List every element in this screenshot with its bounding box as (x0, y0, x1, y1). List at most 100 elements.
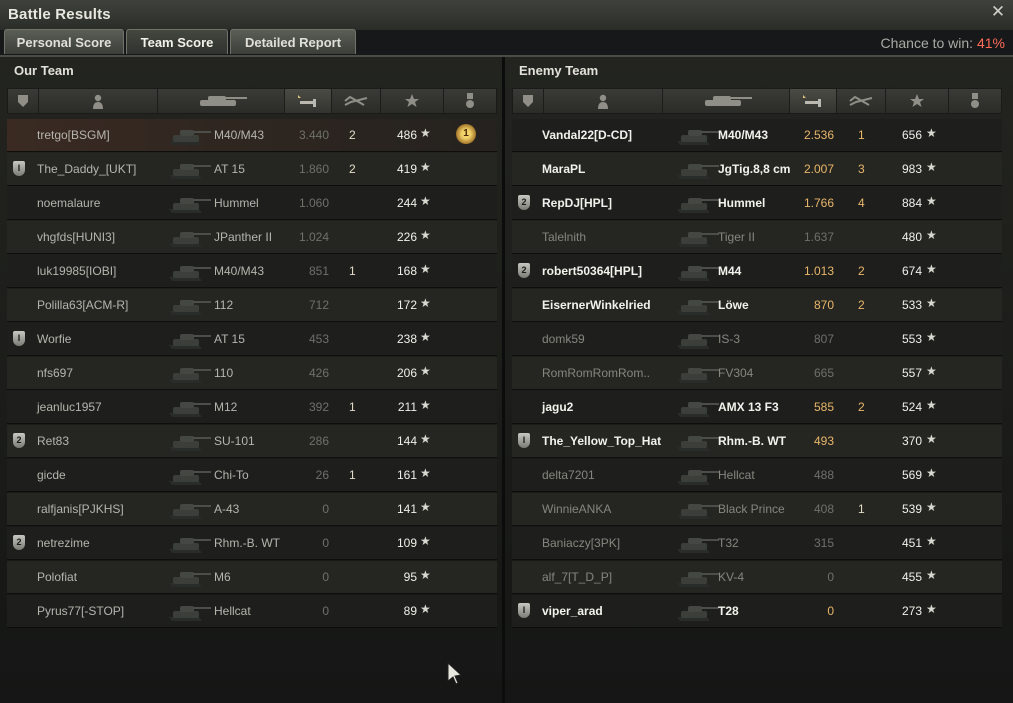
player-name[interactable]: Vandal22[D-CD] (542, 128, 632, 142)
vehicle-name: M40/M43 (214, 264, 265, 278)
table-row[interactable]: alf_7[T_D_P] KV-4 0 455 ★ (512, 561, 1002, 594)
player-name[interactable]: Baniaczy[3PK] (542, 536, 620, 550)
damage-value: 712 (308, 298, 329, 312)
medal-icon[interactable] (444, 89, 496, 113)
table-row[interactable]: vhgfds[HUNI3] JPanther II 1.024 226 ★ (7, 221, 497, 254)
table-row[interactable]: EisernerWinkelried Löwe 870 2 533 ★ (512, 289, 1002, 322)
player-name[interactable]: Worfie (37, 332, 71, 346)
player-name[interactable]: The_Yellow_Top_Hat (542, 434, 661, 448)
table-row[interactable]: nfs697 110 426 206 ★ (7, 357, 497, 390)
player-name[interactable]: gicde (37, 468, 66, 482)
table-row[interactable]: jeanluc1957 M12 392 1 211 ★ (7, 391, 497, 424)
squad-icon[interactable] (8, 89, 39, 113)
tab-team-score[interactable]: Team Score (126, 29, 228, 54)
player-name[interactable]: alf_7[T_D_P] (542, 570, 612, 584)
star-icon: ★ (420, 568, 431, 582)
table-row[interactable]: Polilla63[ACM-R] 112 712 172 ★ (7, 289, 497, 322)
player-name[interactable]: ralfjanis[PJKHS] (37, 502, 124, 516)
damage-icon[interactable] (285, 89, 332, 113)
tab-personal-score[interactable]: Personal Score (4, 29, 124, 54)
xp-value: 451 (901, 536, 922, 550)
player-name[interactable]: jeanluc1957 (37, 400, 102, 414)
table-row[interactable]: domk59 IS-3 807 553 ★ (512, 323, 1002, 356)
kills-icon[interactable] (837, 89, 886, 113)
table-row[interactable]: I The_Daddy_[UKT] AT 15 1.860 2 419 ★ (7, 153, 497, 186)
enemy-team-title: Enemy Team (519, 63, 599, 78)
close-icon[interactable]: ✕ (989, 3, 1007, 21)
player-name[interactable]: MaraPL (542, 162, 585, 176)
damage-value: 0 (322, 502, 329, 516)
vehicle-name: Chi-To (214, 468, 249, 482)
table-row[interactable]: Pyrus77[-STOP] Hellcat 0 89 ★ (7, 595, 497, 628)
player-name[interactable]: RomRomRomRom.. (542, 366, 650, 380)
enemy-team-panel: Enemy Team Vandal22[D-CD] M40/M43 2.536 1 65… (505, 57, 1013, 703)
player-name[interactable]: Talelnith (542, 230, 586, 244)
table-row[interactable]: ralfjanis[PJKHS] A-43 0 141 ★ (7, 493, 497, 526)
table-row[interactable]: jagu2 AMX 13 F3 585 2 524 ★ (512, 391, 1002, 424)
tank-icon (675, 226, 721, 250)
table-row[interactable]: Talelnith Tiger II 1.637 480 ★ (512, 221, 1002, 254)
table-row[interactable]: Vandal22[D-CD] M40/M43 2.536 1 656 ★ (512, 119, 1002, 152)
table-row[interactable]: luk19985[IOBI] M40/M43 851 1 168 ★ (7, 255, 497, 288)
kills-icon[interactable] (332, 89, 381, 113)
table-row[interactable]: Baniaczy[3PK] T32 315 451 ★ (512, 527, 1002, 560)
damage-value: 1.860 (298, 162, 329, 176)
player-name[interactable]: EisernerWinkelried (542, 298, 651, 312)
table-row[interactable]: WinnieANKA Black Prince 408 1 539 ★ (512, 493, 1002, 526)
mouse-cursor-icon (447, 661, 463, 685)
xp-icon[interactable] (886, 89, 949, 113)
player-name[interactable]: Polofiat (37, 570, 77, 584)
player-name[interactable]: viper_arad (542, 604, 603, 618)
xp-value: 161 (396, 468, 417, 482)
medal-icon[interactable] (949, 89, 1001, 113)
kills-value: 1 (349, 400, 356, 414)
player-name[interactable]: The_Daddy_[UKT] (37, 162, 136, 176)
player-name[interactable]: delta7201 (542, 468, 595, 482)
kills-value: 1 (349, 468, 356, 482)
player-name[interactable]: Pyrus77[-STOP] (37, 604, 124, 618)
player-name[interactable]: vhgfds[HUNI3] (37, 230, 115, 244)
player-name[interactable]: luk19985[IOBI] (37, 264, 116, 278)
table-row[interactable]: RomRomRomRom.. FV304 665 557 ★ (512, 357, 1002, 390)
table-row[interactable]: tretgo[BSGM] M40/M43 3.440 2 486 ★ 1 (7, 119, 497, 152)
player-name[interactable]: robert50364[HPL] (542, 264, 642, 278)
table-row[interactable]: delta7201 Hellcat 488 569 ★ (512, 459, 1002, 492)
vehicle-name: M40/M43 (214, 128, 265, 142)
table-row[interactable]: Iviper_arad T28 0 273 ★ (512, 595, 1002, 628)
table-row[interactable]: 2 robert50364[HPL] M44 1.013 2 674 ★ (512, 255, 1002, 288)
star-icon: ★ (926, 500, 937, 514)
table-row[interactable]: 2 Ret83 SU-101 286 144 ★ (7, 425, 497, 458)
medal-icon[interactable]: 1 (456, 124, 476, 144)
tab-detailed-report[interactable]: Detailed Report (230, 29, 356, 54)
player-name[interactable]: RepDJ[HPL] (542, 196, 612, 210)
table-row[interactable]: MaraPL JgTig.8,8 cm 2.007 3 983 ★ (512, 153, 1002, 186)
player-name[interactable]: domk59 (542, 332, 585, 346)
player-name[interactable]: nfs697 (37, 366, 73, 380)
vehicle-name: 110 (214, 366, 234, 380)
table-row[interactable]: gicde Chi-To 26 1 161 ★ (7, 459, 497, 492)
table-row[interactable]: noemalaure Hummel 1.060 244 ★ (7, 187, 497, 220)
xp-value: 539 (901, 502, 922, 516)
xp-icon[interactable] (381, 89, 444, 113)
player-name[interactable]: jagu2 (542, 400, 573, 414)
player-icon[interactable] (544, 89, 663, 113)
damage-icon[interactable] (790, 89, 837, 113)
player-name[interactable]: Polilla63[ACM-R] (37, 298, 128, 312)
player-name[interactable]: Ret83 (37, 434, 69, 448)
tank-icon (675, 362, 721, 386)
table-row[interactable]: 2 netrezime Rhm.-B. WT 0 109 ★ (7, 527, 497, 560)
player-icon[interactable] (39, 89, 158, 113)
table-row[interactable]: I The_Yellow_Top_Hat Rhm.-B. WT 493 370 ★ (512, 425, 1002, 458)
squad-icon[interactable] (513, 89, 544, 113)
player-name[interactable]: WinnieANKA (542, 502, 611, 516)
tank-icon[interactable] (158, 89, 285, 113)
player-name[interactable]: netrezime (37, 536, 90, 550)
xp-value: 211 (397, 400, 417, 414)
table-row[interactable]: I Worfie AT 15 453 238 ★ (7, 323, 497, 356)
star-icon: ★ (420, 194, 431, 208)
player-name[interactable]: tretgo[BSGM] (37, 128, 110, 142)
tank-icon[interactable] (663, 89, 790, 113)
table-row[interactable]: Polofiat M6 0 95 ★ (7, 561, 497, 594)
table-row[interactable]: 2 RepDJ[HPL] Hummel 1.766 4 884 ★ (512, 187, 1002, 220)
player-name[interactable]: noemalaure (37, 196, 100, 210)
